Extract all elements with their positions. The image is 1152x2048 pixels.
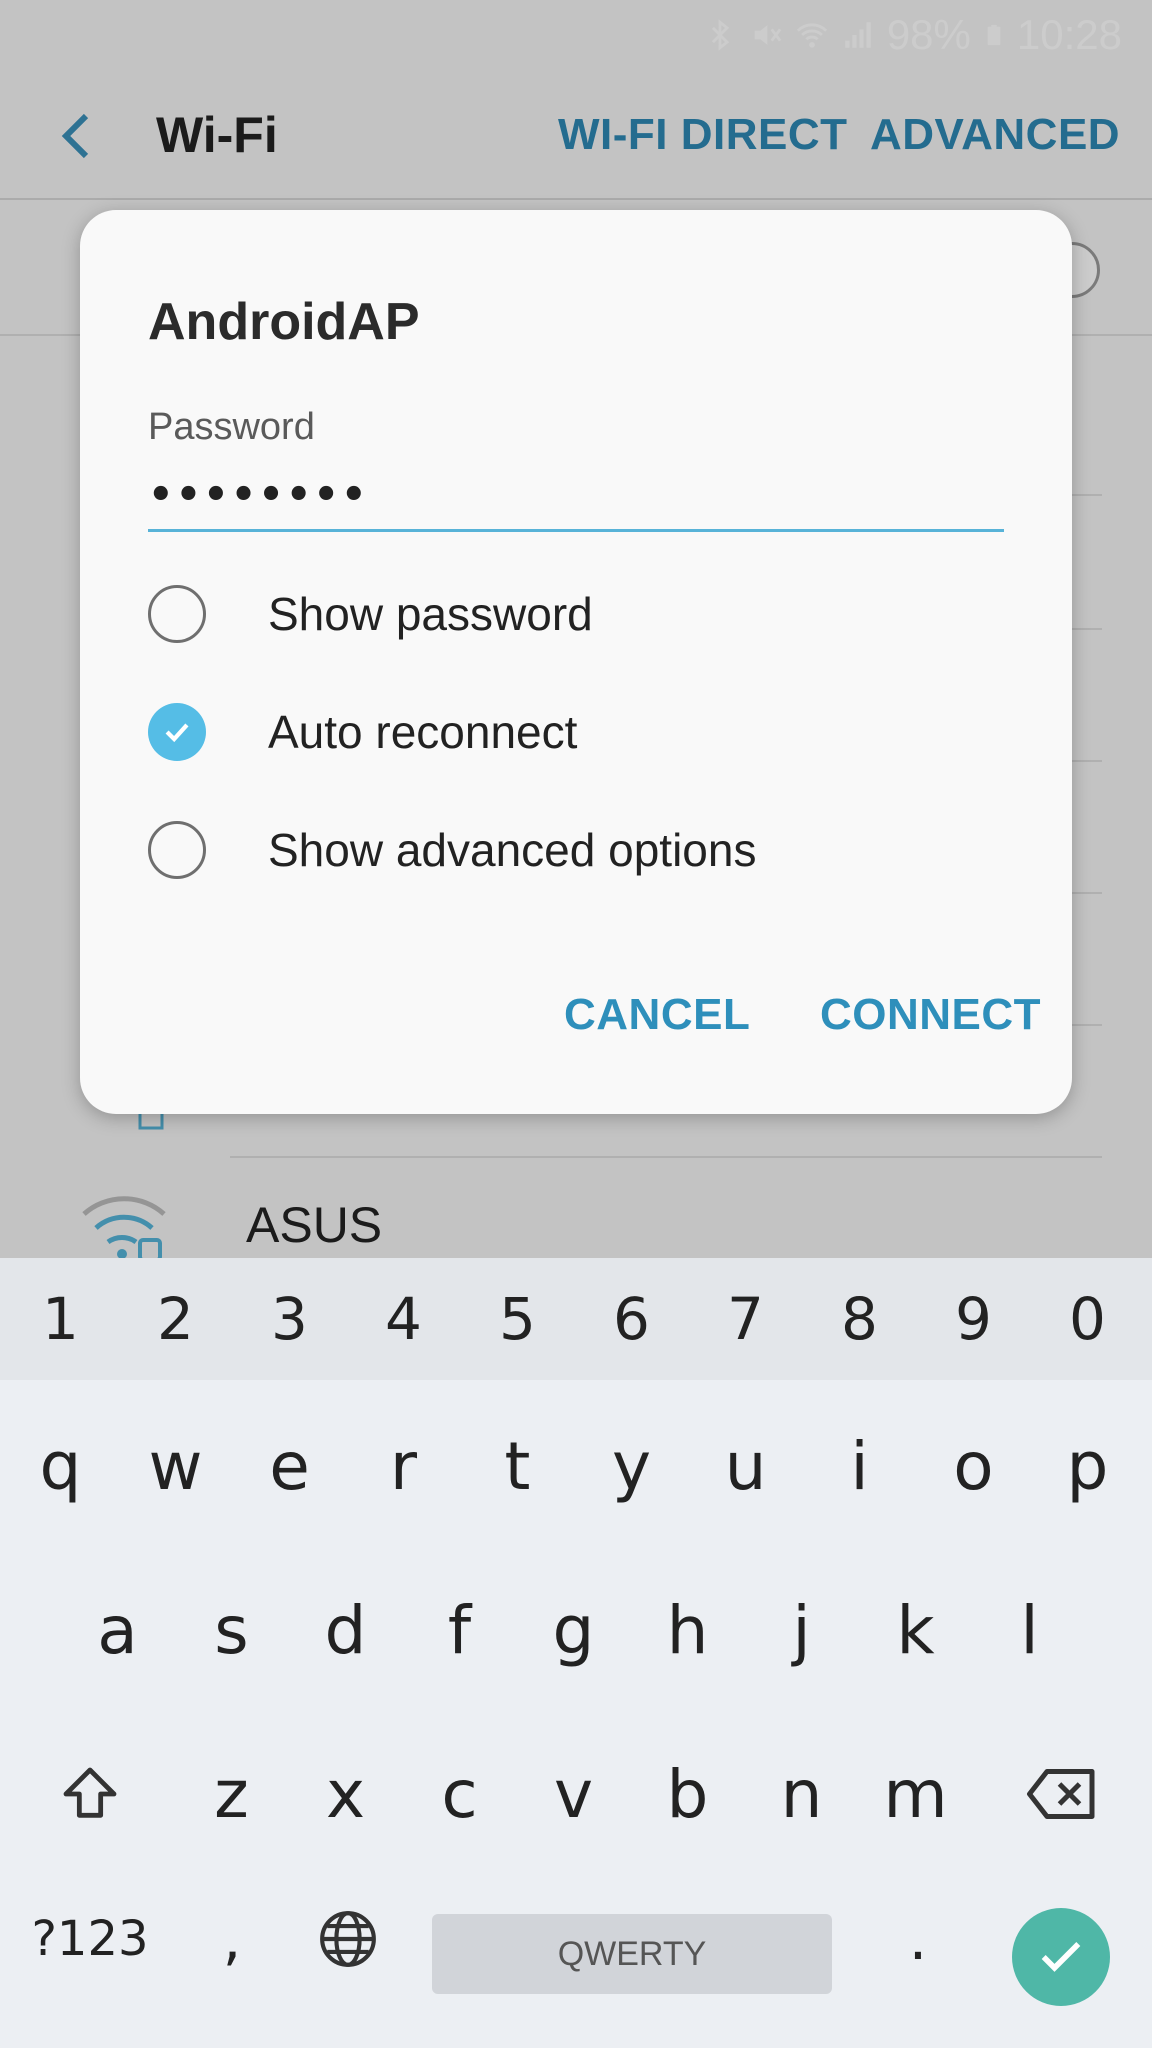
connect-button[interactable]: CONNECT bbox=[820, 990, 1041, 1040]
show-advanced-label: Show advanced options bbox=[268, 824, 757, 876]
password-label: Password bbox=[148, 406, 315, 448]
number-row: 1 2 3 4 5 6 7 8 9 0 bbox=[0, 1258, 1152, 1380]
auto-reconnect-label: Auto reconnect bbox=[268, 706, 578, 758]
language-key[interactable] bbox=[300, 1894, 396, 1984]
auto-reconnect-option[interactable]: Auto reconnect bbox=[148, 692, 1008, 772]
key-s[interactable]: s bbox=[174, 1560, 289, 1700]
show-password-label: Show password bbox=[268, 588, 593, 640]
dialog-title: AndroidAP bbox=[148, 293, 420, 351]
key-a[interactable]: a bbox=[60, 1560, 175, 1700]
key-e[interactable]: e bbox=[232, 1396, 347, 1536]
show-advanced-checkbox[interactable] bbox=[148, 821, 206, 879]
key-h[interactable]: h bbox=[630, 1560, 745, 1700]
key-i[interactable]: i bbox=[802, 1396, 917, 1536]
key-r[interactable]: r bbox=[346, 1396, 461, 1536]
shift-icon bbox=[63, 1767, 116, 1818]
key-7[interactable]: 7 bbox=[688, 1258, 803, 1380]
key-c[interactable]: c bbox=[402, 1724, 517, 1864]
checkmark-icon bbox=[1041, 1942, 1081, 1972]
key-3[interactable]: 3 bbox=[232, 1258, 347, 1380]
key-y[interactable]: y bbox=[574, 1396, 689, 1536]
key-1[interactable]: 1 bbox=[3, 1258, 118, 1380]
key-v[interactable]: v bbox=[516, 1724, 631, 1864]
key-u[interactable]: u bbox=[688, 1396, 803, 1536]
done-key[interactable] bbox=[1012, 1908, 1110, 2006]
password-field[interactable] bbox=[148, 460, 1004, 532]
space-key[interactable]: QWERTY bbox=[432, 1914, 832, 1994]
key-t[interactable]: t bbox=[460, 1396, 575, 1536]
key-f[interactable]: f bbox=[402, 1560, 517, 1700]
key-m[interactable]: m bbox=[858, 1724, 973, 1864]
checkmark-icon bbox=[165, 723, 189, 743]
show-password-checkbox[interactable] bbox=[148, 585, 206, 643]
key-p[interactable]: p bbox=[1030, 1396, 1145, 1536]
key-j[interactable]: j bbox=[744, 1560, 859, 1700]
key-8[interactable]: 8 bbox=[802, 1258, 917, 1380]
key-9[interactable]: 9 bbox=[916, 1258, 1031, 1380]
show-password-option[interactable]: Show password bbox=[148, 574, 1008, 654]
key-g[interactable]: g bbox=[516, 1560, 631, 1700]
key-l[interactable]: l bbox=[972, 1560, 1087, 1700]
connect-dialog: AndroidAP Password Show password Auto re… bbox=[80, 210, 1072, 1114]
symbols-key[interactable]: ?123 bbox=[20, 1894, 160, 1984]
key-q[interactable]: q bbox=[3, 1396, 118, 1536]
globe-icon bbox=[320, 1911, 376, 1967]
key-z[interactable]: z bbox=[174, 1724, 289, 1864]
cancel-button[interactable]: CANCEL bbox=[564, 990, 750, 1040]
key-4[interactable]: 4 bbox=[346, 1258, 461, 1380]
auto-reconnect-checkbox[interactable] bbox=[148, 703, 206, 761]
key-5[interactable]: 5 bbox=[460, 1258, 575, 1380]
show-advanced-option[interactable]: Show advanced options bbox=[148, 810, 1008, 890]
key-w[interactable]: w bbox=[118, 1396, 233, 1536]
shift-key[interactable] bbox=[32, 1724, 147, 1864]
key-6[interactable]: 6 bbox=[574, 1258, 689, 1380]
key-x[interactable]: x bbox=[288, 1724, 403, 1864]
key-o[interactable]: o bbox=[916, 1396, 1031, 1536]
comma-key[interactable]: , bbox=[184, 1894, 280, 1984]
period-key[interactable]: . bbox=[870, 1894, 966, 1984]
key-k[interactable]: k bbox=[858, 1560, 973, 1700]
backspace-key[interactable] bbox=[1004, 1724, 1119, 1864]
key-2[interactable]: 2 bbox=[118, 1258, 233, 1380]
key-n[interactable]: n bbox=[744, 1724, 859, 1864]
key-0[interactable]: 0 bbox=[1030, 1258, 1145, 1380]
key-b[interactable]: b bbox=[630, 1724, 745, 1864]
key-d[interactable]: d bbox=[288, 1560, 403, 1700]
backspace-icon bbox=[1026, 1769, 1094, 1819]
